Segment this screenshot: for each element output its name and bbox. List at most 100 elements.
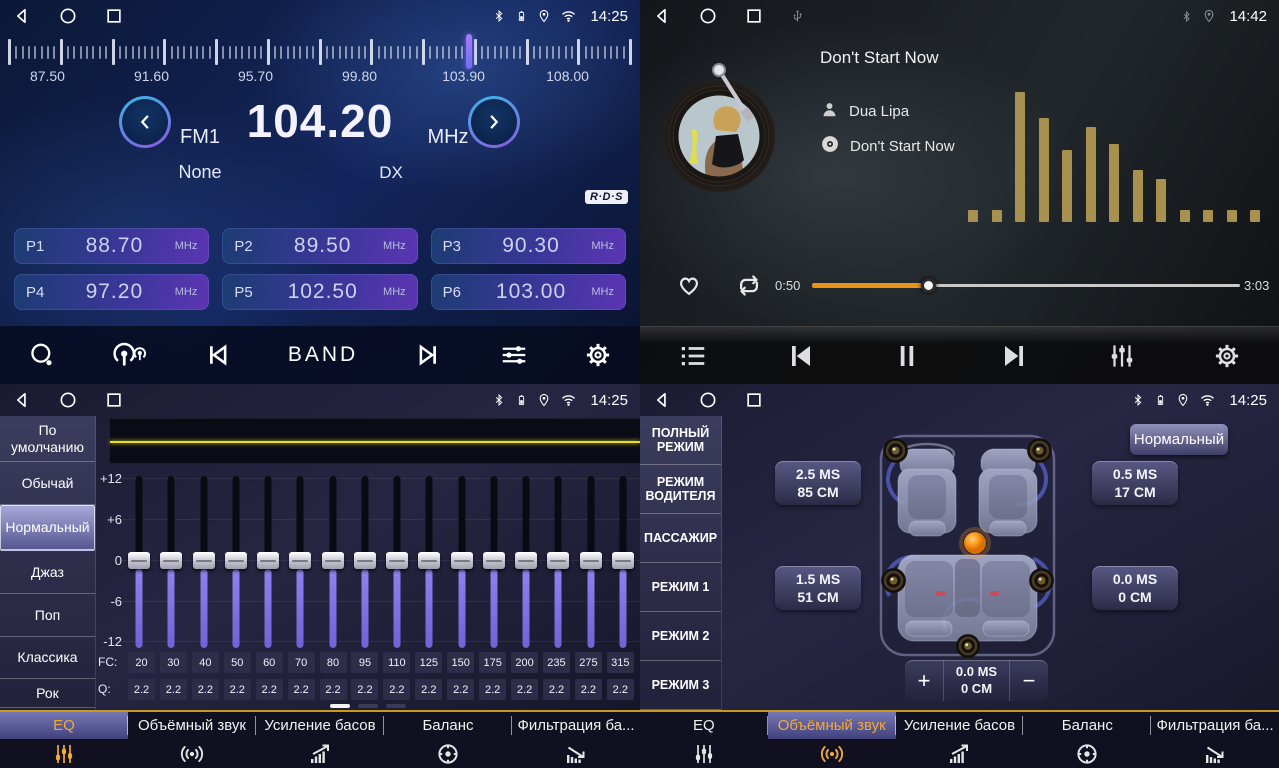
eq-band-slider[interactable] [451, 474, 473, 654]
preset-button-p2[interactable]: P289.50MHz [222, 228, 417, 264]
tab-eq[interactable]: EQ [0, 712, 128, 768]
eq-preset-item[interactable]: Нормальный [0, 505, 95, 551]
settings-icon[interactable] [1213, 342, 1241, 370]
rear-left-delay-button[interactable]: 1.5 MS 51 CM [775, 566, 861, 610]
front-left-delay-button[interactable]: 2.5 MS 85 CM [775, 461, 861, 505]
tab-bass-boost[interactable]: Усиление басов [256, 712, 384, 768]
next-icon[interactable] [414, 340, 444, 370]
eq-band-slider[interactable] [612, 474, 634, 654]
eq-band-slider[interactable] [322, 474, 344, 654]
preset-button-p4[interactable]: P497.20MHz [14, 274, 209, 310]
tab-bass-boost[interactable]: Усиление басов [896, 712, 1024, 768]
eq-band-slider[interactable] [225, 474, 247, 654]
recent-apps-icon[interactable] [104, 6, 124, 26]
slider-handle[interactable] [451, 552, 473, 569]
eq-band-slider[interactable] [580, 474, 602, 654]
previous-icon[interactable] [784, 340, 816, 372]
home-icon[interactable] [698, 6, 718, 26]
slider-handle[interactable] [354, 552, 376, 569]
favorite-icon[interactable] [675, 272, 703, 303]
recent-apps-icon[interactable] [744, 6, 764, 26]
back-icon[interactable] [652, 6, 672, 26]
eq-band-slider[interactable] [160, 474, 182, 654]
tab-filter[interactable]: Фильтрация ба... [512, 712, 640, 768]
recent-apps-icon[interactable] [104, 390, 124, 410]
seek-up-button[interactable] [468, 96, 520, 148]
slider-handle[interactable] [257, 552, 279, 569]
playlist-icon[interactable] [678, 341, 708, 371]
tab-filter[interactable]: Фильтрация ба... [1151, 712, 1279, 768]
band-button[interactable]: BAND [288, 343, 358, 367]
preset-button-p6[interactable]: P6103.00MHz [431, 274, 626, 310]
repeat-icon[interactable] [733, 272, 765, 304]
scan-icon[interactable] [28, 341, 56, 369]
tuner-pointer[interactable] [466, 34, 472, 69]
eq-band-slider[interactable] [257, 474, 279, 654]
home-icon[interactable] [58, 390, 78, 410]
recent-apps-icon[interactable] [744, 390, 764, 410]
tab-balance[interactable]: Баланс [1023, 712, 1151, 768]
listening-mode-item[interactable]: ПАССАЖИР [640, 514, 721, 563]
eq-preset-item[interactable]: Обычай [0, 462, 95, 505]
preset-button-p3[interactable]: P390.30MHz [431, 228, 626, 264]
pause-icon[interactable] [892, 341, 922, 371]
eq-preset-item[interactable]: По умолчанию [0, 416, 95, 462]
tab-balance[interactable]: Баланс [384, 712, 512, 768]
slider-handle[interactable] [322, 552, 344, 569]
previous-icon[interactable] [202, 340, 232, 370]
eq-preset-item[interactable]: Поп [0, 594, 95, 637]
progress-bar[interactable] [812, 284, 1240, 287]
home-icon[interactable] [58, 6, 78, 26]
preset-button-p5[interactable]: P5102.50MHz [222, 274, 417, 310]
eq-band-slider[interactable] [418, 474, 440, 654]
listening-mode-item[interactable]: РЕЖИМ ВОДИТЕЛЯ [640, 465, 721, 514]
slider-handle[interactable] [580, 552, 602, 569]
slider-handle[interactable] [386, 552, 408, 569]
eq-preset-item[interactable]: Джаз [0, 551, 95, 594]
eq-band-slider[interactable] [547, 474, 569, 654]
eq-preset-item[interactable]: Рок [0, 679, 95, 708]
slider-handle[interactable] [128, 552, 150, 569]
tab-surround-sound[interactable]: Объёмный звук [768, 712, 896, 768]
next-icon[interactable] [999, 340, 1031, 372]
decrease-delay-button[interactable]: − [1010, 660, 1048, 701]
listening-mode-item[interactable]: ПОЛНЫЙ РЕЖИМ [640, 416, 721, 465]
eq-band-slider[interactable] [515, 474, 537, 654]
equalizer-icon[interactable] [1107, 341, 1137, 371]
tab-surround-sound[interactable]: Объёмный звук [128, 712, 256, 768]
seek-stations-icon[interactable] [111, 341, 147, 370]
slider-handle[interactable] [483, 552, 505, 569]
seek-down-button[interactable] [119, 96, 171, 148]
tune-sliders-icon[interactable] [499, 340, 529, 370]
eq-preset-item[interactable]: Классика [0, 637, 95, 679]
eq-band-slider[interactable] [354, 474, 376, 654]
car-cabin-diagram[interactable] [878, 433, 1057, 658]
home-icon[interactable] [698, 390, 718, 410]
listening-mode-item[interactable]: РЕЖИМ 2 [640, 612, 721, 661]
slider-handle[interactable] [289, 552, 311, 569]
rear-right-delay-button[interactable]: 0.0 MS 0 CM [1092, 566, 1178, 610]
settings-icon[interactable] [584, 341, 612, 369]
front-right-delay-button[interactable]: 0.5 MS 17 CM [1092, 461, 1178, 505]
eq-band-slider[interactable] [289, 474, 311, 654]
eq-band-slider[interactable] [386, 474, 408, 654]
listening-mode-item[interactable]: РЕЖИМ 1 [640, 563, 721, 612]
progress-thumb[interactable] [921, 278, 936, 293]
slider-handle[interactable] [547, 552, 569, 569]
back-icon[interactable] [12, 390, 32, 410]
increase-delay-button[interactable]: + [905, 660, 943, 701]
slider-handle[interactable] [515, 552, 537, 569]
preset-button-p1[interactable]: P188.70MHz [14, 228, 209, 264]
slider-handle[interactable] [193, 552, 215, 569]
surround-preset-button[interactable]: Нормальный [1130, 424, 1228, 455]
slider-handle[interactable] [418, 552, 440, 569]
eq-band-slider[interactable] [193, 474, 215, 654]
eq-band-slider[interactable] [128, 474, 150, 654]
slider-handle[interactable] [225, 552, 247, 569]
tuner-scale[interactable]: 87.5091.6095.7099.80103.90108.00 [8, 34, 632, 84]
eq-band-slider[interactable] [483, 474, 505, 654]
slider-handle[interactable] [160, 552, 182, 569]
back-icon[interactable] [12, 6, 32, 26]
listening-mode-item[interactable]: РЕЖИМ 3 [640, 661, 721, 710]
tab-eq[interactable]: EQ [640, 712, 768, 768]
